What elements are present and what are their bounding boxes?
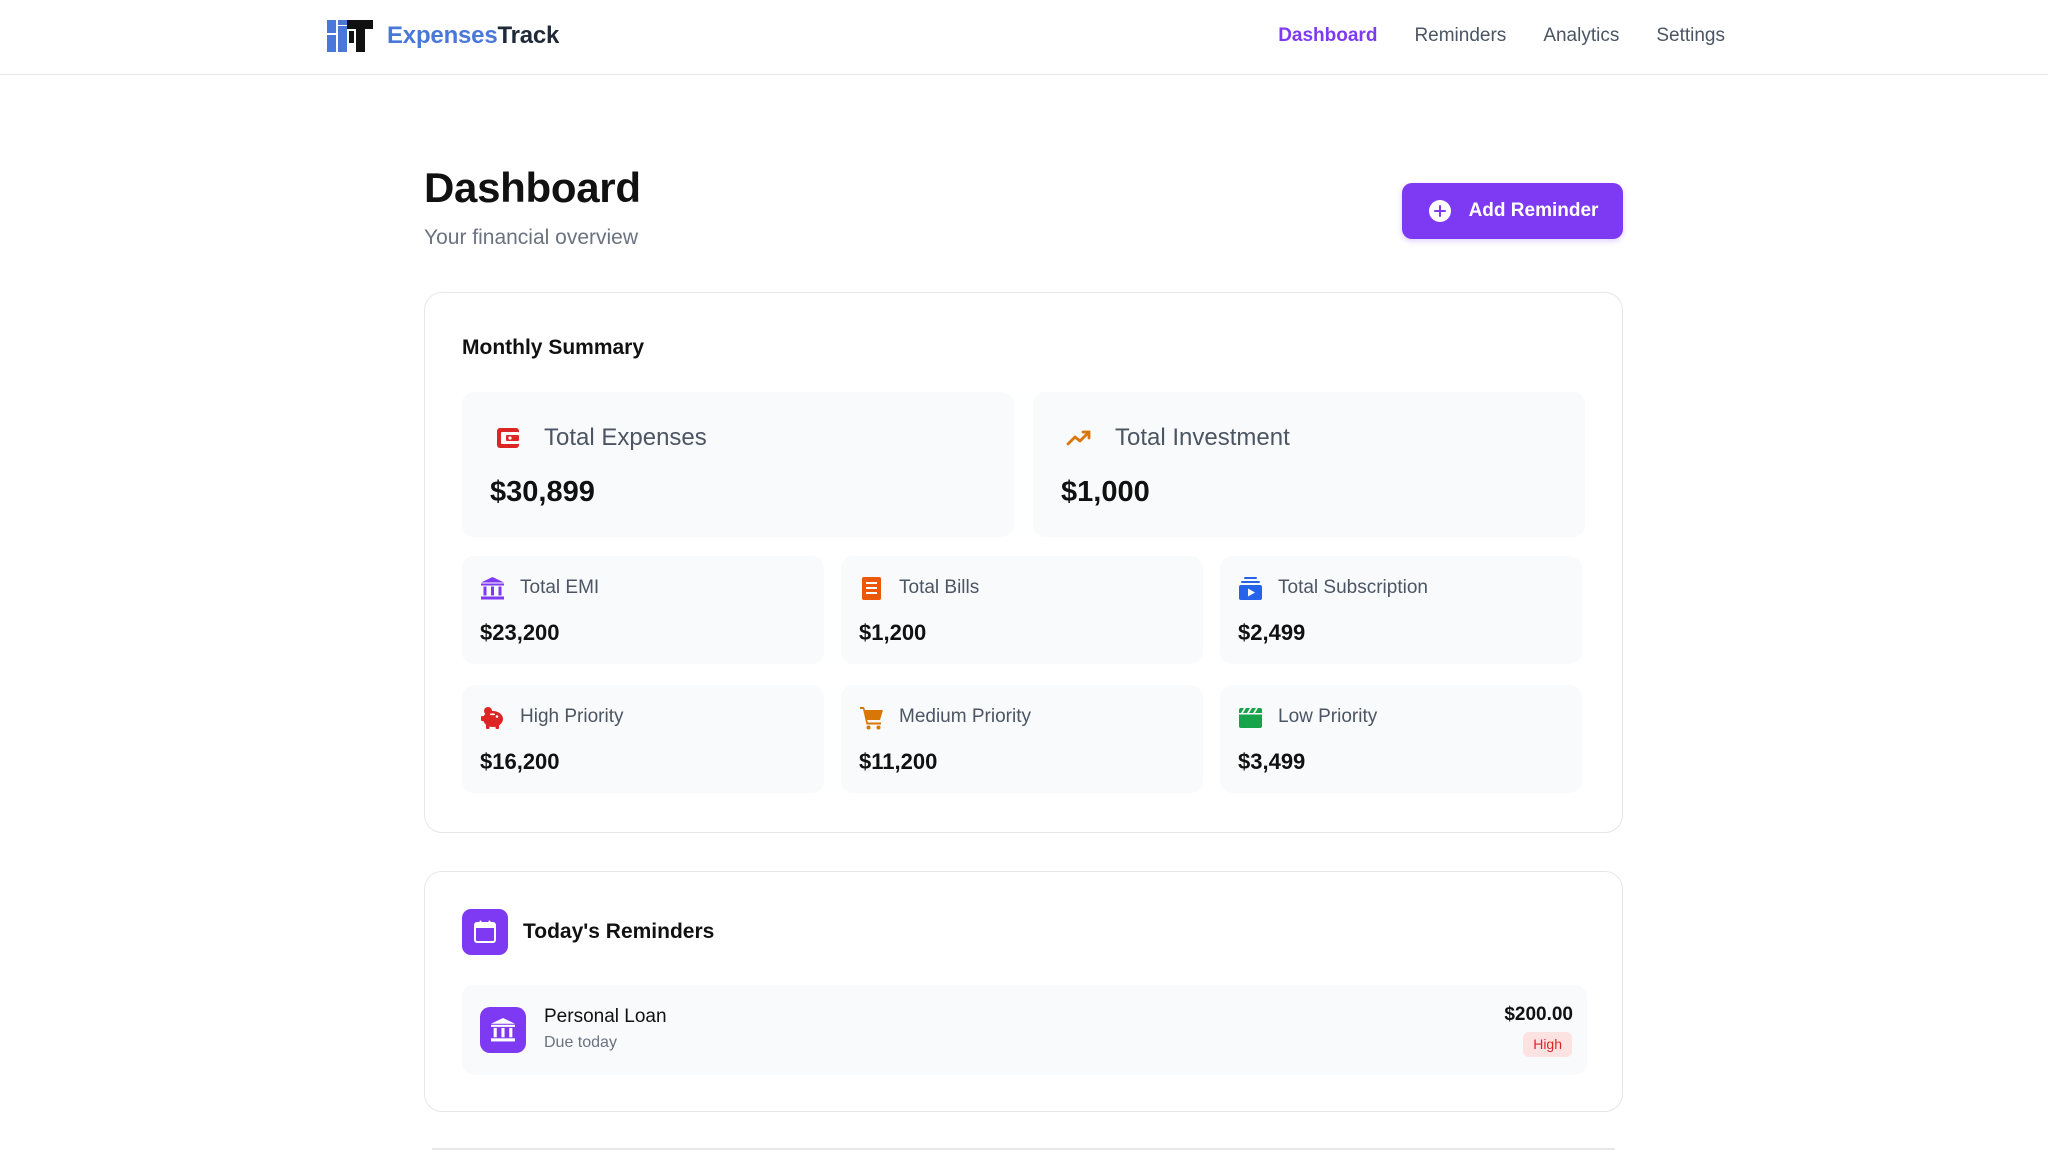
- stat-label: Total Bills: [899, 577, 980, 598]
- plus-circle-icon: [1428, 200, 1451, 222]
- stat-label: Medium Priority: [899, 706, 1031, 727]
- nav-reminders[interactable]: Reminders: [1414, 22, 1506, 50]
- stat-label: Low Priority: [1278, 706, 1378, 727]
- stat-label: Total EMI: [520, 577, 600, 598]
- nav-dashboard[interactable]: Dashboard: [1278, 22, 1377, 50]
- stat-value: $1,000: [1061, 476, 1150, 508]
- main-nav: Dashboard Reminders Analytics Settings: [1278, 22, 1725, 50]
- shopping-cart-icon: [860, 707, 883, 730]
- brand[interactable]: ExpensesTrack: [327, 20, 559, 52]
- stat-value: $23,200: [480, 620, 560, 645]
- todays-reminders-card: Today's Reminders Personal Loan Due toda…: [424, 871, 1623, 1112]
- reminder-due: Due today: [544, 1034, 617, 1051]
- wallet-icon: [497, 428, 519, 448]
- stat-label: High Priority: [520, 706, 624, 727]
- stat-value: $3,499: [1238, 749, 1306, 774]
- todays-reminders-title: Today's Reminders: [523, 920, 715, 943]
- brand-name: ExpensesTrack: [387, 22, 560, 49]
- subscription-icon: [1239, 577, 1262, 600]
- stat-total-emi[interactable]: Total EMI $23,200: [462, 556, 824, 664]
- stat-label: Total Investment: [1115, 424, 1290, 451]
- stat-total-investment[interactable]: Total Investment $1,000: [1033, 392, 1585, 537]
- page-subtitle: Your financial overview: [424, 226, 639, 249]
- stat-high-priority[interactable]: High Priority $16,200: [462, 685, 824, 793]
- calendar-icon: [462, 909, 508, 955]
- logo-icon: [327, 20, 373, 52]
- nav-settings[interactable]: Settings: [1656, 22, 1725, 50]
- stat-total-subscription[interactable]: Total Subscription $2,499: [1220, 556, 1582, 664]
- stat-value: $30,899: [490, 476, 595, 508]
- priority-badge: High: [1523, 1032, 1572, 1057]
- stat-label: Total Subscription: [1278, 577, 1428, 598]
- bank-icon: [480, 1007, 526, 1053]
- top-navbar: ExpensesTrack Dashboard Reminders Analyt…: [0, 0, 2048, 75]
- stat-medium-priority[interactable]: Medium Priority $11,200: [841, 685, 1203, 793]
- clapperboard-icon: [1239, 708, 1262, 728]
- monthly-summary-title: Monthly Summary: [462, 336, 645, 359]
- receipt-icon: [862, 577, 881, 600]
- stat-value: $16,200: [480, 749, 560, 774]
- stat-label: Total Expenses: [544, 424, 707, 451]
- bank-icon: [481, 577, 504, 600]
- piggy-bank-icon: [481, 707, 503, 729]
- nav-analytics[interactable]: Analytics: [1543, 22, 1619, 50]
- stat-total-expenses[interactable]: Total Expenses $30,899: [462, 392, 1014, 537]
- reminder-amount: $200.00: [1504, 1004, 1573, 1025]
- stat-value: $11,200: [859, 749, 938, 774]
- monthly-summary-card: Monthly Summary Total Expenses $30,899 T…: [424, 292, 1623, 833]
- reminder-name: Personal Loan: [544, 1006, 667, 1027]
- page-title: Dashboard: [424, 164, 641, 211]
- stat-total-bills[interactable]: Total Bills $1,200: [841, 556, 1203, 664]
- add-reminder-button[interactable]: Add Reminder: [1402, 183, 1623, 239]
- next-card-edge: [432, 1148, 1615, 1150]
- stat-value: $1,200: [859, 620, 927, 645]
- stat-value: $2,499: [1238, 620, 1306, 645]
- stat-low-priority[interactable]: Low Priority $3,499: [1220, 685, 1582, 793]
- reminder-item[interactable]: Personal Loan Due today $200.00 High: [462, 985, 1587, 1075]
- trending-up-icon: [1066, 430, 1091, 446]
- add-reminder-label: Add Reminder: [1468, 200, 1599, 221]
